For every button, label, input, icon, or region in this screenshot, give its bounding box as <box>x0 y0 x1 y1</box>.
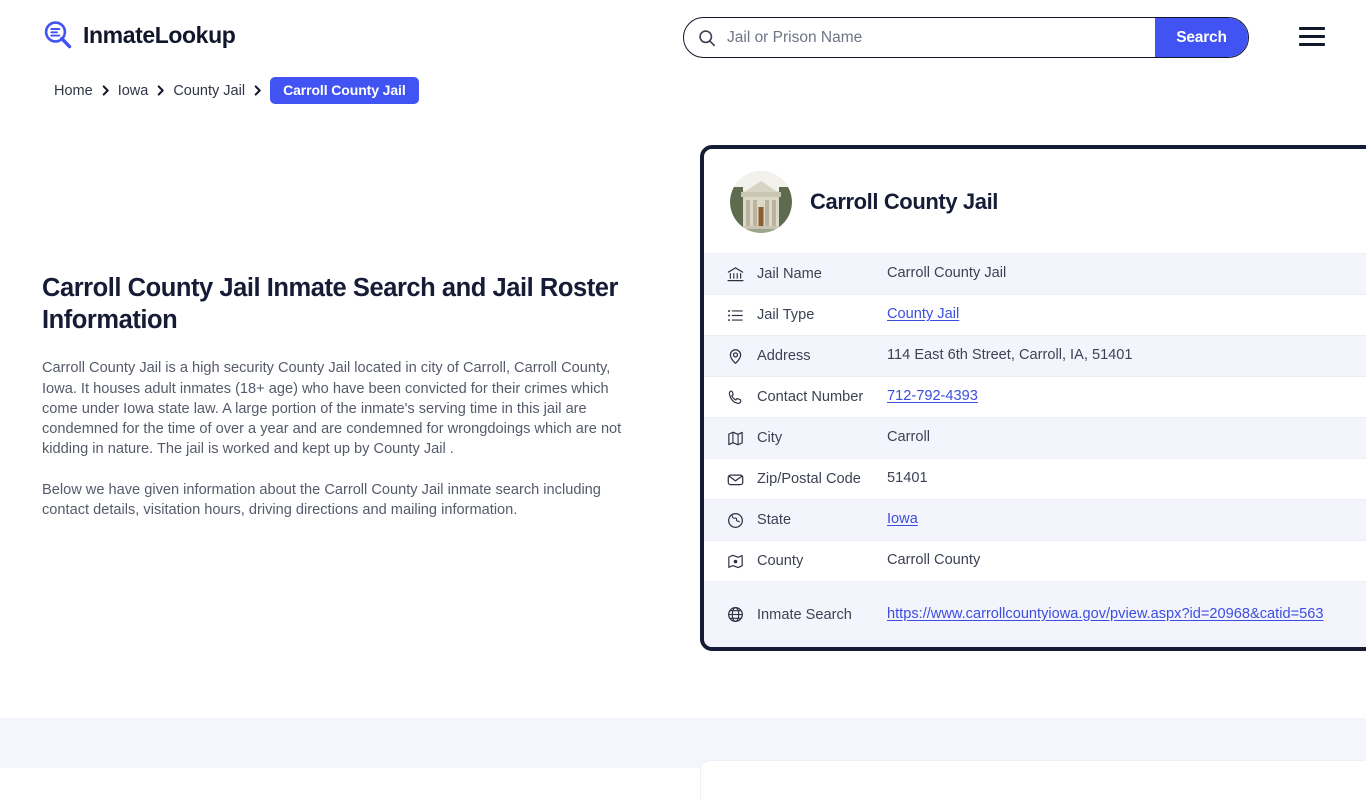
list-icon <box>726 306 745 325</box>
chevron-right-icon <box>100 85 111 96</box>
row-label: Zip/Postal Code <box>757 471 887 487</box>
table-row: County Carroll County <box>704 540 1366 581</box>
hamburger-bar <box>1299 35 1325 38</box>
card-header: Carroll County Jail <box>704 149 1366 253</box>
search-input[interactable] <box>716 18 1155 57</box>
row-label: Contact Number <box>757 389 887 405</box>
row-value: 712-792-4393 <box>887 385 1366 409</box>
card-title: Carroll County Jail <box>810 189 998 215</box>
intro-paragraph: Carroll County Jail is a high security C… <box>42 358 632 459</box>
breadcrumb-item-county-jail[interactable]: County Jail <box>173 83 245 99</box>
breadcrumb: Home Iowa County Jail Carroll County Jai… <box>54 77 419 104</box>
footer-band <box>0 718 1366 768</box>
row-value: Carroll County <box>887 549 1366 573</box>
table-row: City Carroll <box>704 417 1366 458</box>
breadcrumb-item-home[interactable]: Home <box>54 83 93 99</box>
table-row: Contact Number 712-792-4393 <box>704 376 1366 417</box>
search-icon <box>698 29 716 47</box>
state-link[interactable]: Iowa <box>887 511 918 527</box>
logo-text: InmateLookup <box>83 24 235 47</box>
row-value: https://www.carrollcountyiowa.gov/pview.… <box>887 603 1366 627</box>
row-value: Carroll County Jail <box>887 262 1366 286</box>
row-label: Inmate Search <box>757 607 887 623</box>
hamburger-bar <box>1299 43 1325 46</box>
table-row: Address 114 East 6th Street, Carroll, IA… <box>704 335 1366 376</box>
row-label: County <box>757 553 887 569</box>
row-label: Jail Type <box>757 307 887 323</box>
courthouse-photo-avatar <box>730 171 792 233</box>
site-header: InmateLookup Search <box>0 0 1366 74</box>
hamburger-menu-icon[interactable] <box>1299 27 1325 46</box>
map-pin-icon <box>726 347 745 366</box>
chevron-right-icon <box>252 85 263 96</box>
row-value: Iowa <box>887 508 1366 532</box>
search-button[interactable]: Search <box>1155 18 1248 57</box>
row-value: Carroll <box>887 426 1366 450</box>
bank-icon <box>726 265 745 284</box>
table-row: Inmate Search https://www.carrollcountyi… <box>704 581 1366 647</box>
globe-icon <box>726 605 745 624</box>
footer-card-top <box>700 760 1366 800</box>
jail-details-table: Jail Name Carroll County Jail Jail Type … <box>704 253 1366 647</box>
contact-number-link[interactable]: 712-792-4393 <box>887 388 978 404</box>
row-label: City <box>757 430 887 446</box>
breadcrumb-item-iowa[interactable]: Iowa <box>118 83 149 99</box>
row-value: 114 East 6th Street, Carroll, IA, 51401 <box>887 344 1366 368</box>
row-label: Jail Name <box>757 266 887 282</box>
chevron-right-icon <box>155 85 166 96</box>
map-icon <box>726 429 745 448</box>
jail-type-link[interactable]: County Jail <box>887 306 959 322</box>
row-value: 51401 <box>887 467 1366 491</box>
row-label: Address <box>757 348 887 364</box>
inmate-search-link[interactable]: https://www.carrollcountyiowa.gov/pview.… <box>887 606 1323 622</box>
table-row: Jail Name Carroll County Jail <box>704 253 1366 294</box>
article-content: Carroll County Jail Inmate Search and Ja… <box>42 272 632 520</box>
page-title: Carroll County Jail Inmate Search and Ja… <box>42 272 632 336</box>
search-bar[interactable]: Search <box>683 17 1249 58</box>
table-row: Jail Type County Jail <box>704 294 1366 335</box>
table-row: Zip/Postal Code 51401 <box>704 458 1366 499</box>
globe-americas-icon <box>726 511 745 530</box>
magnifier-list-icon <box>42 19 74 51</box>
phone-icon <box>726 388 745 407</box>
row-value: County Jail <box>887 303 1366 327</box>
envelope-icon <box>726 470 745 489</box>
secondary-paragraph: Below we have given information about th… <box>42 480 632 521</box>
jail-info-card: Carroll County Jail Jail Name Carroll Co… <box>700 145 1366 651</box>
map-pin-area-icon <box>726 552 745 571</box>
hamburger-bar <box>1299 27 1325 30</box>
breadcrumb-current-page: Carroll County Jail <box>270 77 419 104</box>
site-logo[interactable]: InmateLookup <box>42 19 235 51</box>
table-row: State Iowa <box>704 499 1366 540</box>
row-label: State <box>757 512 887 528</box>
